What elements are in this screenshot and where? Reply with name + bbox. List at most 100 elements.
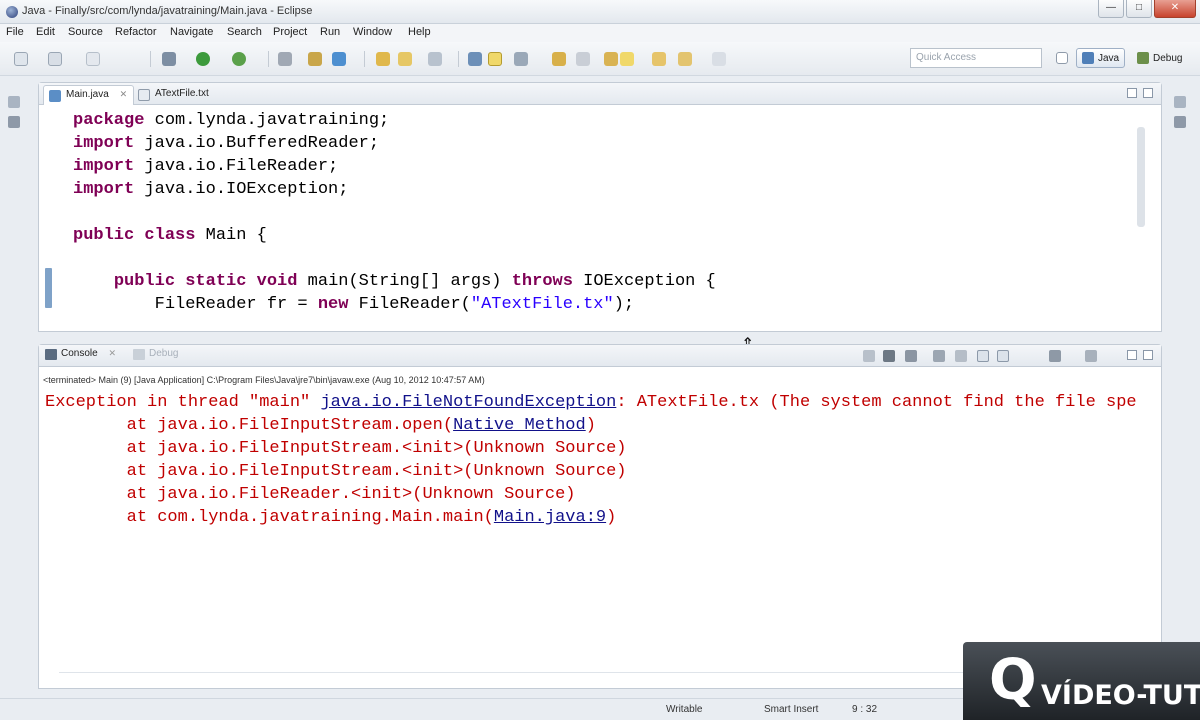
open-console-icon[interactable] (1085, 350, 1097, 362)
remove-all-icon[interactable] (905, 350, 917, 362)
open-perspective-icon[interactable] (1056, 52, 1068, 64)
stack-trace-link[interactable]: Main.java:9 (494, 508, 606, 527)
editor-area: Main.java ✕ ATextFile.txt package com.ly… (38, 82, 1162, 332)
pin-console-icon[interactable] (1049, 350, 1061, 362)
open-type-icon[interactable] (278, 52, 292, 66)
open-folder-icon[interactable] (376, 52, 390, 66)
menu-help[interactable]: Help (408, 26, 431, 38)
perspective-debug-button[interactable]: Debug (1132, 48, 1187, 68)
code-text: at java.io.FileInputStream.<init>(Unknow… (45, 439, 627, 458)
close-tab-icon[interactable]: ✕ (120, 89, 128, 99)
package-explorer-icon[interactable] (8, 116, 20, 128)
menu-navigate[interactable]: Navigate (170, 26, 213, 38)
new-class-icon[interactable] (332, 52, 346, 66)
terminate-icon[interactable] (863, 350, 875, 362)
forward-icon[interactable] (620, 52, 634, 66)
menu-run[interactable]: Run (320, 26, 340, 38)
menu-search[interactable]: Search (227, 26, 262, 38)
console-tabs: Console ✕ Debug (39, 345, 1161, 367)
menu-file[interactable]: File (6, 26, 24, 38)
clear-console-icon[interactable] (933, 350, 945, 362)
new-package-icon[interactable] (308, 52, 322, 66)
code-text: : ATextFile.tx (The system cannot find t… (616, 393, 1137, 412)
tab-console[interactable]: Console ✕ (43, 348, 116, 360)
perspective-java-button[interactable]: Java (1076, 48, 1126, 68)
menu-edit[interactable]: Edit (36, 26, 55, 38)
vertical-scrollbar[interactable] (1135, 111, 1147, 311)
tab-label: Debug (149, 348, 179, 359)
console-line: at java.io.FileInputStream.open(Native M… (45, 414, 1137, 437)
status-cursor-position: 9 : 32 (852, 704, 878, 715)
keyword: import (73, 157, 135, 176)
run-icon[interactable] (196, 52, 210, 66)
menu-project[interactable]: Project (273, 26, 307, 38)
next-annotation-icon[interactable] (428, 52, 442, 66)
toggle-mark-icon[interactable] (468, 52, 482, 66)
forward-history-icon[interactable] (712, 52, 726, 66)
pin-editor-icon[interactable] (678, 52, 692, 66)
quick-access-field[interactable]: Quick Access (910, 48, 1042, 68)
new-icon[interactable] (14, 52, 28, 66)
console-output[interactable]: Exception in thread "main" java.io.FileN… (45, 391, 1137, 529)
code-line: package com.lynda.javatraining; (73, 109, 716, 132)
maximize-view-icon[interactable] (1143, 88, 1153, 98)
eclipse-icon (6, 6, 18, 18)
save-icon[interactable] (48, 52, 62, 66)
keyword: new (317, 295, 349, 314)
close-tab-icon[interactable]: ✕ (108, 348, 116, 358)
scroll-thumb[interactable] (1137, 127, 1145, 227)
debug-icon[interactable] (162, 52, 176, 66)
minimize-view-icon[interactable] (1127, 350, 1137, 360)
menu-source[interactable]: Source (68, 26, 103, 38)
menu-refactor[interactable]: Refactor (115, 26, 157, 38)
back-icon[interactable] (652, 52, 666, 66)
show-whitespace-icon[interactable] (514, 52, 528, 66)
code-text: Exception in thread "main" (45, 393, 321, 412)
search-icon[interactable] (398, 52, 412, 66)
minimize-view-icon[interactable] (1127, 88, 1137, 98)
restore-icon[interactable] (8, 96, 20, 108)
restore-right-icon[interactable] (1174, 96, 1186, 108)
outline-icon[interactable] (1174, 116, 1186, 128)
stack-trace-link[interactable]: Native Method (453, 416, 586, 435)
code-text: at java.io.FileInputStream.<init>(Unknow… (45, 462, 627, 481)
remove-launch-icon[interactable] (883, 350, 895, 362)
maximize-view-icon[interactable] (1143, 350, 1153, 360)
toggle-block-selection-icon[interactable] (488, 52, 502, 66)
code-text: Main { (195, 226, 267, 245)
code-text: FileReader( (348, 295, 471, 314)
toolbar-separator (364, 51, 365, 67)
show-on-output-icon[interactable] (977, 350, 989, 362)
keyword: import (73, 180, 135, 199)
print-icon[interactable] (86, 52, 100, 66)
show-on-error-icon[interactable] (997, 350, 1009, 362)
scroll-lock-icon[interactable] (955, 350, 967, 362)
tab-debug[interactable]: Debug (131, 348, 179, 360)
close-button[interactable]: ✕ (1154, 0, 1196, 18)
next-edit-icon[interactable] (576, 52, 590, 66)
debug-view-icon (133, 349, 145, 360)
code-line: import java.io.IOException; (73, 178, 716, 201)
menu-window[interactable]: Window (353, 26, 392, 38)
code-text: java.io.BufferedReader; (134, 134, 380, 153)
console-line: at com.lynda.javatraining.Main.main(Main… (45, 506, 1137, 529)
maximize-button[interactable]: □ (1126, 0, 1152, 18)
last-edit-icon[interactable] (552, 52, 566, 66)
stack-trace-link[interactable]: java.io.FileNotFoundException (320, 393, 616, 412)
code-text: FileReader fr = (73, 295, 318, 314)
editor-tabs: Main.java ✕ ATextFile.txt (39, 83, 1161, 105)
change-marker (45, 268, 52, 308)
keyword: throws (511, 272, 573, 291)
previous-edit-icon[interactable] (604, 52, 618, 66)
window-controls: — □ ✕ (1098, 0, 1196, 20)
external-tools-icon[interactable] (232, 52, 246, 66)
minimize-button[interactable]: — (1098, 0, 1124, 18)
horizontal-scrollbar[interactable] (69, 319, 1139, 329)
tab-atextfile[interactable]: ATextFile.txt (133, 85, 215, 105)
code-editor[interactable]: package com.lynda.javatraining; import ja… (73, 109, 716, 316)
tab-main-java[interactable]: Main.java ✕ (43, 85, 135, 105)
